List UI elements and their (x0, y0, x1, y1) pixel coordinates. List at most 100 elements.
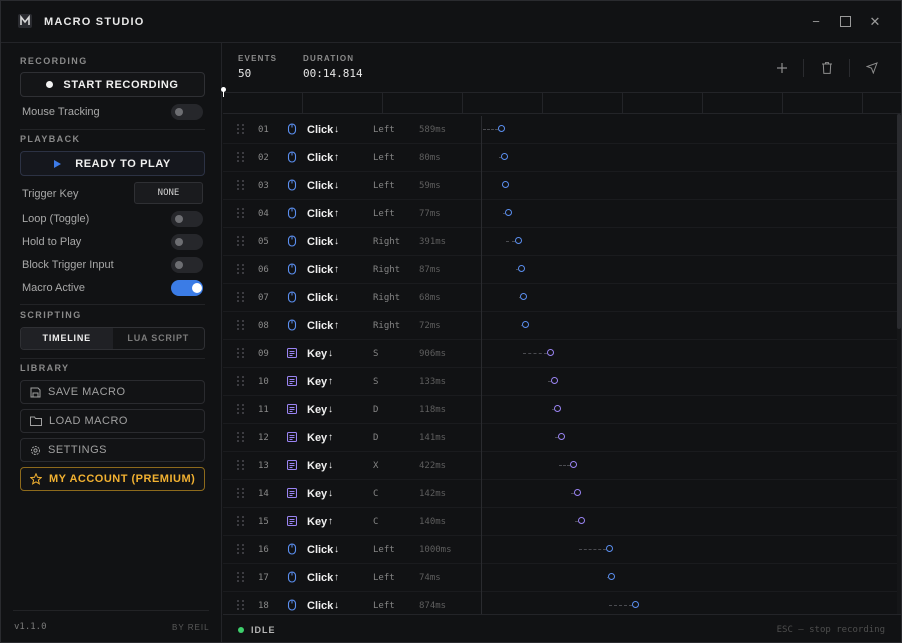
scrollbar-thumb[interactable] (897, 114, 901, 329)
event-row[interactable]: 15 Key ↑ C 140ms (223, 508, 898, 536)
drag-handle-icon[interactable] (237, 432, 245, 442)
event-delay[interactable]: 140ms (419, 517, 446, 527)
ready-to-play-button[interactable]: READY TO PLAY (20, 151, 205, 176)
drag-handle-icon[interactable] (237, 460, 245, 470)
drag-handle-icon[interactable] (237, 348, 245, 358)
event-row[interactable]: 10 Key ↑ S 133ms (223, 368, 898, 396)
event-delay[interactable]: 87ms (419, 265, 441, 275)
drag-handle-icon[interactable] (237, 124, 245, 134)
drag-handle-icon[interactable] (237, 152, 245, 162)
minimize-button[interactable]: − (807, 13, 825, 31)
drag-handle-icon[interactable] (237, 264, 245, 274)
delete-button[interactable] (818, 59, 836, 77)
settings-button[interactable]: SETTINGS (20, 438, 205, 462)
my-account-button[interactable]: MY ACCOUNT (PREMIUM) (20, 467, 205, 491)
mouse-tracking-toggle[interactable] (171, 104, 203, 120)
timeline-node[interactable] (502, 181, 510, 188)
event-delay[interactable]: 68ms (419, 293, 441, 303)
event-delay[interactable]: 142ms (419, 489, 446, 499)
timeline-node[interactable] (500, 153, 508, 160)
event-delay[interactable]: 72ms (419, 321, 441, 331)
event-row[interactable]: 09 Key ↓ S 906ms (223, 340, 898, 368)
timeline-node[interactable] (517, 265, 525, 272)
macro-active-toggle[interactable] (171, 280, 203, 296)
timeline-node[interactable] (550, 377, 558, 384)
timeline-node[interactable] (521, 321, 529, 328)
timeline-node[interactable] (632, 601, 640, 608)
event-delay[interactable]: 422ms (419, 461, 446, 471)
drag-handle-icon[interactable] (237, 600, 245, 610)
timeline-node[interactable] (570, 461, 577, 468)
trigger-key-button[interactable]: NONE (134, 182, 203, 204)
hold-to-play-toggle[interactable] (171, 234, 203, 250)
event-delay[interactable]: 1000ms (419, 545, 452, 555)
event-detail: Right (373, 237, 401, 247)
event-row[interactable]: 11 Key ↓ D 118ms (223, 396, 898, 424)
select-tool-button[interactable] (863, 59, 881, 77)
timeline-ruler[interactable] (223, 92, 901, 114)
playhead-handle[interactable] (221, 87, 226, 92)
save-macro-button[interactable]: SAVE MACRO (20, 380, 205, 404)
event-row[interactable]: 02 Click ↑ Left 80ms (223, 144, 898, 172)
timeline-node[interactable] (573, 489, 581, 496)
event-row[interactable]: 16 Click ↓ Left 1000ms (223, 536, 898, 564)
drag-handle-icon[interactable] (237, 572, 245, 582)
drag-handle-icon[interactable] (237, 180, 245, 190)
event-delay[interactable]: 74ms (419, 573, 441, 583)
tab-lua-script[interactable]: LUA SCRIPT (113, 328, 205, 349)
start-recording-button[interactable]: START RECORDING (20, 72, 205, 97)
event-row[interactable]: 08 Click ↑ Right 72ms (223, 312, 898, 340)
drag-handle-icon[interactable] (237, 516, 245, 526)
drag-handle-icon[interactable] (237, 376, 245, 386)
maximize-button[interactable] (836, 13, 854, 31)
drag-handle-icon[interactable] (237, 320, 245, 330)
add-event-button[interactable] (773, 59, 791, 77)
event-row[interactable]: 12 Key ↑ D 141ms (223, 424, 898, 452)
event-row[interactable]: 17 Click ↑ Left 74ms (223, 564, 898, 592)
timeline-node[interactable] (515, 237, 523, 244)
event-row[interactable]: 01 Click ↓ Left 589ms (223, 116, 898, 144)
drag-handle-icon[interactable] (237, 292, 245, 302)
drag-handle-icon[interactable] (237, 236, 245, 246)
event-row[interactable]: 04 Click ↑ Left 77ms (223, 200, 898, 228)
timeline-node[interactable] (504, 209, 512, 216)
event-row[interactable]: 13 Key ↓ X 422ms (223, 452, 898, 480)
timeline-node[interactable] (577, 517, 585, 524)
timeline-node[interactable] (519, 293, 527, 300)
event-row[interactable]: 07 Click ↓ Right 68ms (223, 284, 898, 312)
event-delay[interactable]: 80ms (419, 153, 441, 163)
block-trigger-input-toggle[interactable] (171, 257, 203, 273)
drag-handle-icon[interactable] (237, 208, 245, 218)
event-delay[interactable]: 77ms (419, 209, 441, 219)
loop-toggle[interactable] (171, 211, 203, 227)
event-row[interactable]: 14 Key ↓ C 142ms (223, 480, 898, 508)
timeline-node[interactable] (607, 573, 615, 580)
drag-handle-icon[interactable] (237, 488, 245, 498)
event-delay[interactable]: 59ms (419, 181, 441, 191)
drag-handle-icon[interactable] (237, 544, 245, 554)
drag-handle-icon[interactable] (237, 404, 245, 414)
event-row[interactable]: 18 Click ↓ Left 874ms (223, 592, 898, 614)
timeline-node[interactable] (498, 125, 506, 132)
event-index: 04 (258, 209, 269, 219)
event-delay[interactable]: 391ms (419, 237, 446, 247)
event-delay[interactable]: 141ms (419, 433, 446, 443)
tab-timeline[interactable]: TIMELINE (21, 328, 113, 349)
timeline-node[interactable] (605, 545, 613, 552)
event-delay[interactable]: 589ms (419, 125, 446, 135)
event-type: Click (307, 236, 334, 248)
event-row[interactable]: 03 Click ↓ Left 59ms (223, 172, 898, 200)
event-delay[interactable]: 906ms (419, 349, 446, 359)
load-macro-button[interactable]: LOAD MACRO (20, 409, 205, 433)
event-delay[interactable]: 874ms (419, 601, 446, 611)
event-row[interactable]: 06 Click ↑ Right 87ms (223, 256, 898, 284)
playhead[interactable] (221, 87, 226, 97)
close-button[interactable]: ✕ (866, 13, 884, 31)
event-delay[interactable]: 118ms (419, 405, 446, 415)
timeline-node[interactable] (558, 433, 566, 440)
event-list-scrollbar[interactable] (897, 114, 901, 614)
timeline-node[interactable] (554, 405, 562, 412)
timeline-node[interactable] (547, 349, 555, 356)
event-delay[interactable]: 133ms (419, 377, 446, 387)
event-row[interactable]: 05 Click ↓ Right 391ms (223, 228, 898, 256)
